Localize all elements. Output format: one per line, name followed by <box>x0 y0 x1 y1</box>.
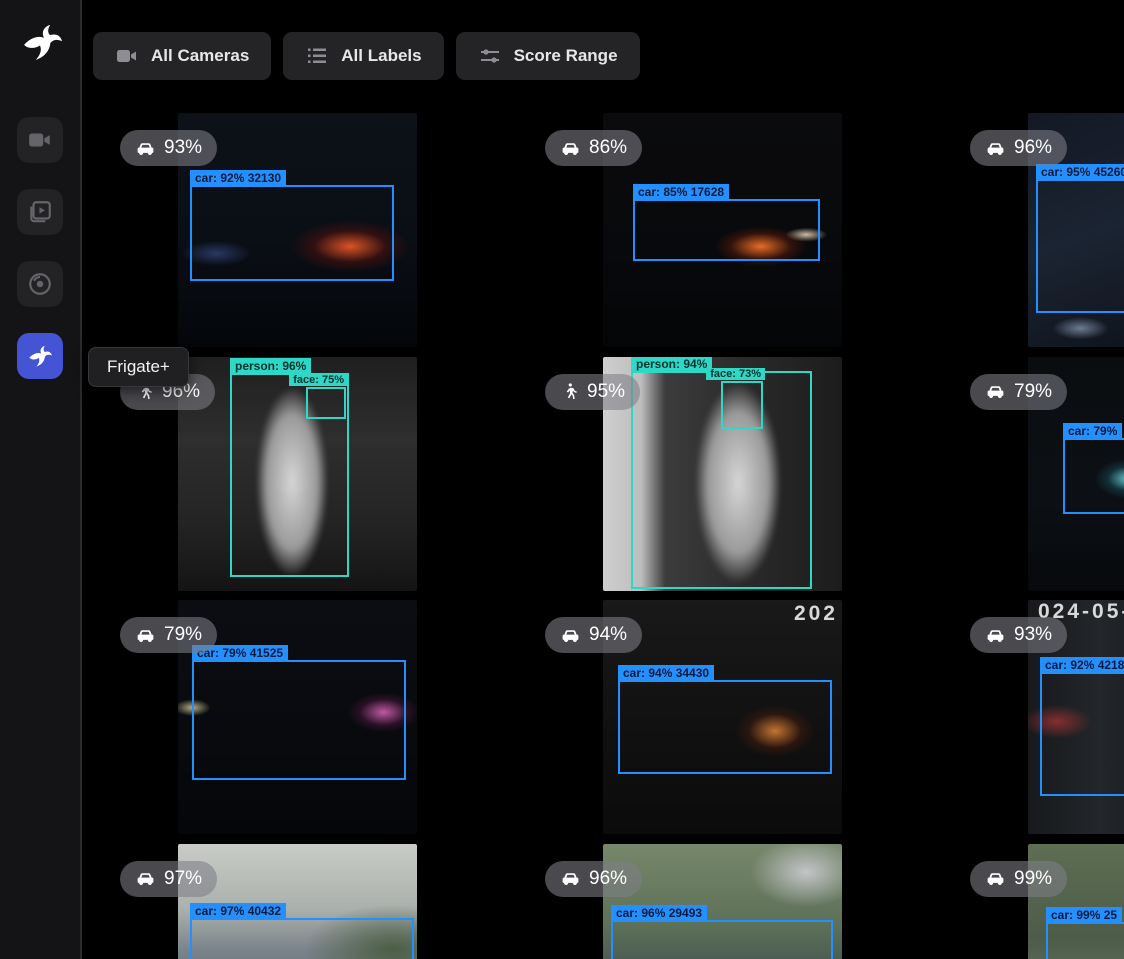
bounding-box-label: car: 85% 17628 <box>633 184 729 200</box>
score-badge-value: 99% <box>1014 868 1052 890</box>
camera-timestamp: 202 <box>794 602 838 626</box>
bounding-box: car: 95% 45260 <box>1036 179 1124 313</box>
sidebar-item-live[interactable] <box>17 117 63 163</box>
sidebar-item-explore[interactable] <box>17 261 63 307</box>
bounding-box: car: 79% 41525 <box>192 660 406 780</box>
detection-thumbnail[interactable]: car: 96% 29493 <box>603 844 842 959</box>
car-icon <box>560 625 581 646</box>
car-icon <box>985 381 1006 402</box>
score-badge-value: 79% <box>164 624 202 646</box>
bounding-box-label: car: 92% 4218 <box>1040 657 1124 673</box>
detection-card[interactable]: car: 95% 45260 96% <box>960 113 1124 357</box>
detection-grid: car: 92% 32130 93% car: 85% 17628 86% ca… <box>110 113 1124 959</box>
frigate-bird-icon <box>27 343 53 369</box>
score-range-label: Score Range <box>514 46 618 66</box>
frigate-plus-tooltip: Frigate+ <box>88 347 189 387</box>
detection-card[interactable]: car: 99% 25 99% <box>960 844 1124 959</box>
detection-card[interactable]: 024-05-0 car: 92% 4218 93% <box>960 600 1124 844</box>
car-icon <box>985 625 1006 646</box>
bounding-box-label: person: 96% <box>230 358 311 374</box>
bounding-box-label: car: 99% 25 <box>1046 907 1122 923</box>
filter-bar: All Cameras All Labels Score Range <box>93 32 640 80</box>
review-play-icon <box>27 199 53 225</box>
score-badge: 79% <box>970 374 1067 410</box>
bounding-box-label: car: 97% 40432 <box>190 903 286 919</box>
bounding-box: car: 96% 29493 <box>611 920 833 959</box>
score-badge: 93% <box>120 130 217 166</box>
detection-card[interactable]: car: 92% 32130 93% <box>110 113 535 357</box>
car-icon <box>135 138 156 159</box>
car-icon <box>560 868 581 889</box>
bounding-box-label: car: 92% 32130 <box>190 170 286 186</box>
frigate-bird-icon <box>20 20 64 64</box>
score-range-button[interactable]: Score Range <box>456 32 640 80</box>
car-icon <box>135 625 156 646</box>
bounding-box: car: 92% 32130 <box>190 185 394 281</box>
sliders-icon <box>478 44 502 68</box>
car-icon <box>135 868 156 889</box>
bounding-box: car: 97% 40432 <box>190 918 414 959</box>
score-badge-value: 93% <box>1014 624 1052 646</box>
score-badge: 99% <box>970 861 1067 897</box>
detection-card[interactable]: person: 96% face: 75% 96% <box>110 357 535 601</box>
all-cameras-label: All Cameras <box>151 46 249 66</box>
detection-card[interactable]: car: 97% 40432 97% <box>110 844 535 959</box>
detection-card[interactable]: 202 car: 94% 34430 94% <box>535 600 960 844</box>
car-icon <box>985 868 1006 889</box>
video-camera-icon <box>115 44 139 68</box>
all-labels-label: All Labels <box>341 46 421 66</box>
sidebar-item-frigate-plus[interactable] <box>17 333 63 379</box>
all-labels-button[interactable]: All Labels <box>283 32 443 80</box>
bounding-box: car: 85% 17628 <box>633 199 820 261</box>
score-badge-value: 86% <box>589 137 627 159</box>
score-badge-value: 96% <box>589 868 627 890</box>
bounding-box: car: 99% 25 <box>1046 922 1124 959</box>
face-label: face: 73% <box>706 368 765 380</box>
bounding-box-label: person: 94% <box>631 357 712 372</box>
all-cameras-button[interactable]: All Cameras <box>93 32 271 80</box>
detection-card[interactable]: car: 79% 41525 79% <box>110 600 535 844</box>
bounding-box-label: car: 79% <box>1063 423 1122 439</box>
score-badge-value: 97% <box>164 868 202 890</box>
bounding-box: car: 94% 34430 <box>618 680 832 774</box>
disc-icon <box>27 271 53 297</box>
person-icon <box>560 382 579 401</box>
score-badge: 93% <box>970 617 1067 653</box>
detection-card[interactable]: car: 79% 79% <box>960 357 1124 601</box>
bounding-box-label: car: 96% 29493 <box>611 905 707 921</box>
bounding-box-label: car: 94% 34430 <box>618 665 714 681</box>
score-badge: 96% <box>545 861 642 897</box>
score-badge-value: 79% <box>1014 381 1052 403</box>
score-badge-value: 94% <box>589 624 627 646</box>
score-badge: 86% <box>545 130 642 166</box>
detection-card[interactable]: car: 96% 29493 96% <box>535 844 960 959</box>
score-badge-value: 96% <box>1014 137 1052 159</box>
detection-card[interactable]: car: 85% 17628 86% <box>535 113 960 357</box>
detection-thumbnail[interactable]: car: 97% 40432 <box>178 844 417 959</box>
car-icon <box>560 138 581 159</box>
sidebar <box>0 0 82 959</box>
detection-card[interactable]: person: 94% face: 73% 95% <box>535 357 960 601</box>
score-badge: 95% <box>545 374 640 410</box>
score-badge: 97% <box>120 861 217 897</box>
list-icon <box>305 44 329 68</box>
bounding-box: car: 79% <box>1063 438 1124 514</box>
car-icon <box>985 138 1006 159</box>
face-bounding-box: face: 73% <box>721 381 763 429</box>
bounding-box: car: 92% 4218 <box>1040 672 1124 796</box>
score-badge: 96% <box>970 130 1067 166</box>
face-bounding-box: face: 75% <box>306 387 346 419</box>
sidebar-item-review[interactable] <box>17 189 63 235</box>
score-badge-value: 95% <box>587 381 625 403</box>
score-badge-value: 93% <box>164 137 202 159</box>
score-badge: 79% <box>120 617 217 653</box>
score-badge: 94% <box>545 617 642 653</box>
frigate-logo[interactable] <box>20 20 64 64</box>
video-camera-icon <box>27 127 53 153</box>
face-label: face: 75% <box>289 374 348 386</box>
bounding-box-label: car: 95% 45260 <box>1036 164 1124 180</box>
